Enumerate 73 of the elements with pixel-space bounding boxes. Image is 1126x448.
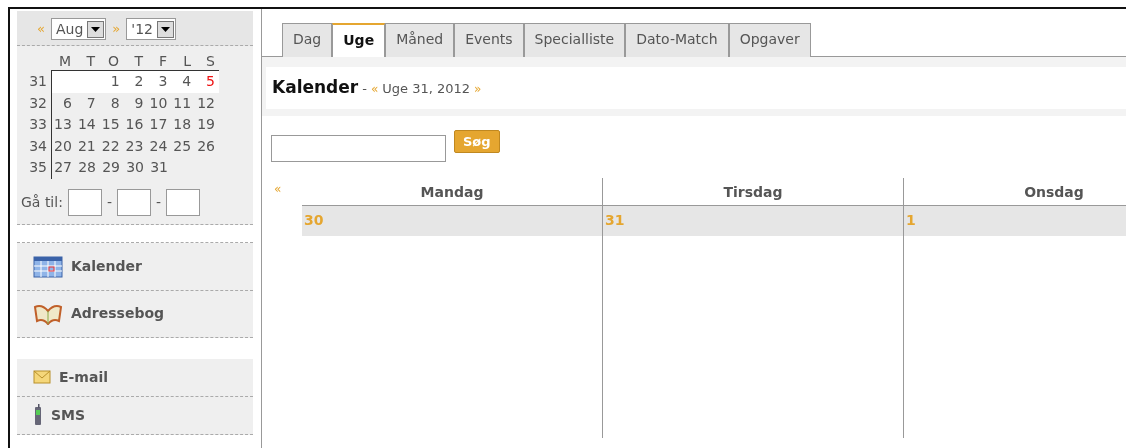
calendar-day[interactable]: 29 [102,159,120,175]
calendar-day[interactable]: 2 [134,73,144,89]
year-select[interactable]: '12 [126,18,176,40]
nav-item[interactable]: Adressebog [17,290,253,338]
calendar-day[interactable]: 3 [158,73,168,89]
tab[interactable]: Specialliste [523,23,626,57]
weekday-label: F [158,53,167,69]
calendar-day[interactable]: 5 [206,73,215,89]
weekday-label: M [58,53,71,69]
day-header: Onsdag [1024,183,1084,200]
calendar-day[interactable]: 12 [197,94,215,111]
calendar-day[interactable]: 11 [173,94,192,111]
weekday-label: S [206,53,215,69]
separator: - [362,80,367,98]
calendar-icon [33,254,63,278]
calendar-day[interactable]: 8 [110,94,120,111]
nav-item[interactable]: E-mail [17,358,253,397]
calendar-day[interactable]: 7 [86,94,96,111]
year-input[interactable] [166,188,200,216]
calendar-day[interactable]: 25 [173,137,192,154]
calendar-day[interactable]: 19 [197,116,215,132]
day-header: Tirsdag [723,183,783,200]
calendar-day[interactable]: 26 [197,137,215,154]
day-header: Mandag [420,183,484,200]
tab[interactable]: Dag [282,23,333,57]
weekday-label: L [183,53,191,69]
calendar-day[interactable]: 17 [149,116,168,132]
calendar-day[interactable]: 20 [54,137,72,154]
goto-label: Gå til: [21,192,63,212]
calendar-day[interactable]: 13 [54,116,72,132]
tab[interactable]: Uge [332,23,386,57]
calendar-day[interactable]: 30 [126,159,144,175]
month-input[interactable] [116,188,151,216]
week-number[interactable]: 35 [29,159,47,175]
tab[interactable]: Dato-Match [625,23,729,57]
day-input[interactable] [67,188,102,216]
tab[interactable]: Events [454,23,524,57]
weekday-label: T [134,53,143,69]
calendar-day[interactable]: 24 [149,137,168,154]
calendar-day[interactable]: 31 [150,159,168,175]
calendar-day[interactable]: 22 [101,137,120,154]
nav-item[interactable]: Kalender [17,242,253,291]
calendar-day[interactable]: 15 [101,116,120,132]
separator: - [155,192,161,212]
week-number[interactable]: 34 [29,137,47,154]
mobile-phone-icon [33,404,43,426]
search-field[interactable] [271,134,446,162]
calendar-day[interactable]: 27 [54,159,72,175]
calendar-day[interactable]: 1 [110,73,120,89]
book-icon [33,302,63,325]
calendar-day[interactable]: 28 [78,159,96,175]
calendar-day[interactable]: 14 [77,116,96,132]
week-label: Uge 31, 2012 [382,80,471,98]
calendar-day[interactable]: 18 [173,116,192,132]
calendar-day[interactable]: 23 [125,137,144,154]
week-number[interactable]: 33 [29,116,47,132]
calendar-day[interactable]: 16 [125,116,144,132]
envelope-icon [33,370,51,384]
calendar-day[interactable]: 21 [77,137,96,154]
week-number[interactable]: 32 [29,94,47,111]
page-title: Kalender [272,76,359,99]
month-select[interactable]: Aug [50,18,107,40]
calendar-day[interactable]: 6 [62,94,72,111]
weekday-label: T [86,53,95,69]
tab[interactable]: Opgaver [728,23,811,57]
nav-item[interactable]: SMS [17,396,253,435]
separator: - [106,192,112,212]
weekday-label: O [107,53,119,69]
calendar-day[interactable]: 4 [182,73,192,89]
calendar-day[interactable]: 9 [134,94,144,111]
calendar-day[interactable]: 10 [149,94,168,111]
week-number[interactable]: 31 [29,73,47,89]
tab[interactable]: Måned [385,23,455,57]
